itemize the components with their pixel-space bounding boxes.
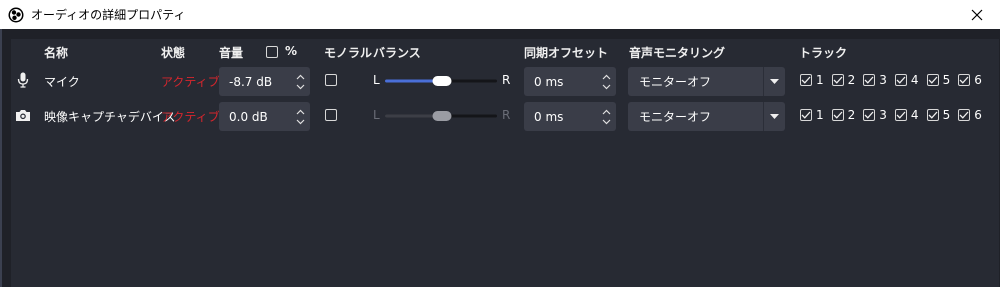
camera-icon xyxy=(16,110,30,121)
spin-up-icon[interactable] xyxy=(296,109,305,115)
track-4-checkbox[interactable] xyxy=(894,74,907,86)
sync-offset-spinbox[interactable]: 0 ms xyxy=(524,67,616,96)
percent-checkbox[interactable] xyxy=(266,46,278,58)
monitoring-value: モニターオフ xyxy=(639,110,712,124)
close-icon xyxy=(971,9,983,20)
checkmark-icon xyxy=(896,111,906,119)
checkmark-icon xyxy=(896,76,906,84)
track-5-checkbox[interactable] xyxy=(926,74,939,86)
track-1-checkbox[interactable] xyxy=(800,74,812,86)
track-number: 2 xyxy=(847,108,856,122)
checkmark-icon xyxy=(833,111,843,119)
header-name: 名称 xyxy=(44,46,69,60)
sync-offset-spinbox[interactable]: 0 ms xyxy=(524,102,616,131)
checkmark-icon xyxy=(959,76,969,84)
checkmark-icon xyxy=(959,111,969,119)
header-monitoring: 音声モニタリング xyxy=(629,46,726,60)
volume-spinbox[interactable]: -8.7 dB xyxy=(219,67,310,96)
spin-down-icon[interactable] xyxy=(602,84,611,90)
checkmark-icon xyxy=(928,76,938,84)
track-number: 6 xyxy=(974,73,982,87)
track-1-checkbox[interactable] xyxy=(800,109,812,121)
microphone-icon xyxy=(17,72,29,88)
checkmark-icon xyxy=(833,76,843,84)
track-number: 4 xyxy=(910,73,919,87)
track-number: 2 xyxy=(847,73,856,87)
window-title: オーディオの詳細プロパティ xyxy=(31,8,186,22)
balance-slider[interactable] xyxy=(385,74,497,88)
header-volume: 音量 xyxy=(219,46,244,60)
spin-down-icon[interactable] xyxy=(296,119,305,125)
track-2-checkbox[interactable] xyxy=(831,109,844,121)
track-3-checkbox[interactable] xyxy=(863,109,876,121)
track-number: 6 xyxy=(974,108,982,122)
balance-right-label: R xyxy=(502,108,511,122)
close-button[interactable] xyxy=(954,0,1000,29)
balance-right-label: R xyxy=(502,73,511,87)
track-6-checkbox[interactable] xyxy=(958,74,971,86)
balance-slider[interactable] xyxy=(385,109,497,123)
track-number: 1 xyxy=(816,73,824,87)
checkmark-icon xyxy=(928,111,938,119)
mono-checkbox[interactable] xyxy=(325,109,337,121)
track-number: 1 xyxy=(816,108,824,122)
track-5-checkbox[interactable] xyxy=(926,109,939,121)
checkmark-icon xyxy=(801,76,811,84)
title-bar: オーディオの詳細プロパティ xyxy=(0,0,1000,29)
track-number: 5 xyxy=(942,73,951,87)
track-4-checkbox[interactable] xyxy=(894,109,907,121)
checkmark-icon xyxy=(801,111,811,119)
header-percent: % xyxy=(285,44,298,58)
header-sync-offset: 同期オフセット xyxy=(524,46,609,60)
track-number: 4 xyxy=(910,108,919,122)
status-label: アクティブ xyxy=(161,110,220,124)
volume-value: -8.7 dB xyxy=(229,74,273,89)
sync-offset-value: 0 ms xyxy=(534,109,564,124)
slider-handle[interactable] xyxy=(432,76,452,86)
slider-handle[interactable] xyxy=(432,111,452,121)
volume-spinbox[interactable]: 0.0 dB xyxy=(219,102,310,131)
track-number: 3 xyxy=(879,108,887,122)
chevron-down-icon xyxy=(770,114,779,119)
monitoring-value: モニターオフ xyxy=(639,75,712,89)
checkmark-icon xyxy=(864,76,874,84)
track-2-checkbox[interactable] xyxy=(831,74,844,86)
volume-value: 0.0 dB xyxy=(229,109,268,124)
mono-checkbox[interactable] xyxy=(325,74,337,86)
spin-up-icon[interactable] xyxy=(602,74,611,80)
header-tracks: トラック xyxy=(799,46,848,60)
balance-left-label: L xyxy=(373,108,380,122)
balance-left-label: L xyxy=(373,73,380,87)
spin-down-icon[interactable] xyxy=(602,119,611,125)
spin-down-icon[interactable] xyxy=(296,84,305,90)
track-number: 3 xyxy=(879,73,887,87)
source-name: マイク xyxy=(44,75,80,89)
monitoring-dropdown[interactable]: モニターオフ xyxy=(628,67,785,96)
header-balance: バランス xyxy=(373,46,421,60)
track-checkboxes: 1 2 3 4 5 6 xyxy=(800,73,990,87)
track-6-checkbox[interactable] xyxy=(958,109,971,121)
track-number: 5 xyxy=(942,108,951,122)
track-checkboxes: 1 2 3 4 5 6 xyxy=(800,108,990,122)
spin-up-icon[interactable] xyxy=(296,74,305,80)
header-status: 状態 xyxy=(161,46,186,60)
source-name: 映像キャプチャデバイス xyxy=(44,110,176,124)
status-label: アクティブ xyxy=(161,75,220,89)
sync-offset-value: 0 ms xyxy=(534,74,564,89)
left-edge xyxy=(0,29,2,287)
checkmark-icon xyxy=(864,111,874,119)
track-3-checkbox[interactable] xyxy=(863,74,876,86)
header-mono: モノラル xyxy=(324,46,373,60)
dialog-body xyxy=(0,29,1000,287)
obs-app-icon xyxy=(8,7,24,22)
chevron-down-icon xyxy=(770,79,779,84)
spin-up-icon[interactable] xyxy=(602,109,611,115)
monitoring-dropdown[interactable]: モニターオフ xyxy=(628,102,785,131)
